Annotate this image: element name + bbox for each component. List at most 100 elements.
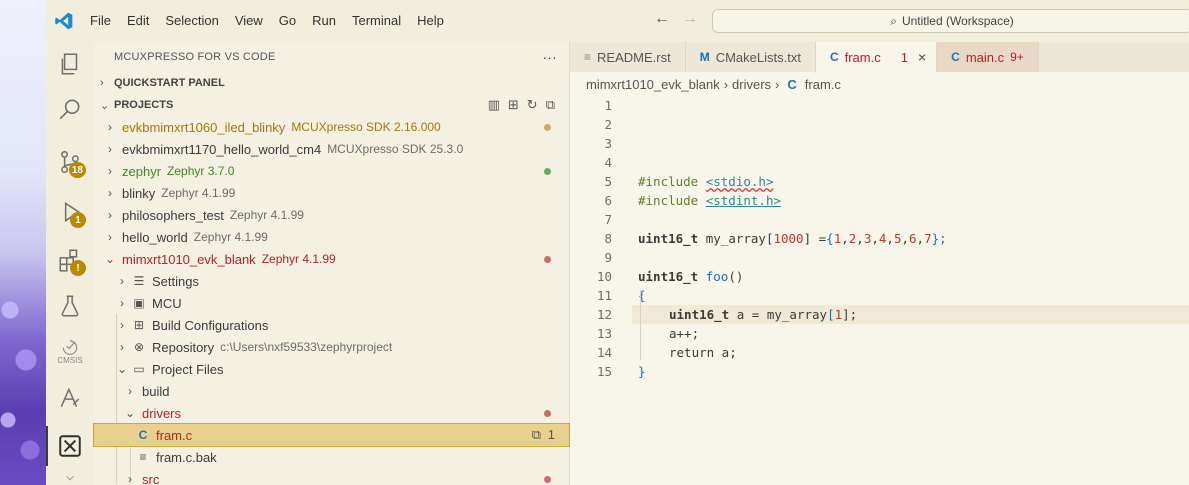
close-icon[interactable]: × xyxy=(918,49,926,65)
tree-item-label: drivers xyxy=(142,405,182,421)
tree-item-mcu[interactable]: › ▣ MCU xyxy=(94,292,569,314)
project-row-philosophers-test[interactable]: › philosophers_test Zephyr 4.1.99 xyxy=(94,204,569,226)
line-number: 15 xyxy=(596,364,612,379)
c-file-icon: C xyxy=(787,76,797,92)
back-arrow-icon[interactable]: ← xyxy=(654,10,670,28)
tree-item-settings[interactable]: › ☰ Settings xyxy=(94,270,569,292)
settings-sliders-icon: ☰ xyxy=(133,274,145,288)
source-control-badge: 18 xyxy=(68,162,86,178)
tab-cmakelists[interactable]: M CMakeLists.txt xyxy=(686,42,816,72)
project-row-blinky[interactable]: › blinky Zephyr 4.1.99 xyxy=(94,182,569,204)
number-token: 7 xyxy=(924,231,932,246)
identifier-token: a = my_array xyxy=(729,307,828,322)
tree-item-src-folder[interactable]: › src xyxy=(94,468,569,485)
side-bar: MCUXPRESSO FOR VS CODE ··· › QUICKSTART … xyxy=(93,42,570,485)
more-chevron-icon[interactable] xyxy=(46,470,94,485)
forward-arrow-icon[interactable]: → xyxy=(682,10,698,28)
line-number: 12 xyxy=(596,307,612,322)
cmsis-label: CMSIS xyxy=(57,355,83,365)
number-token: 1000 xyxy=(773,231,804,246)
tree-item-project-files[interactable]: ⌄ ▭ Project Files xyxy=(94,358,569,380)
project-row-evkbmimxrt1060[interactable]: › evkbmimxrt1060_iled_blinky MCUXpresso … xyxy=(94,116,569,138)
line-number: 13 xyxy=(596,326,612,341)
tree-item-repository[interactable]: › ⊗ Repository c:\Users\nxf59533\zephyrp… xyxy=(94,336,569,358)
projects-header[interactable]: ⌄ PROJECTS ▥ ⊞ ↻ ⧉ xyxy=(94,94,569,116)
testing-flask-icon[interactable] xyxy=(46,284,94,328)
cmake-file-icon: M xyxy=(699,50,710,64)
menu-help[interactable]: Help xyxy=(409,0,452,42)
search-icon[interactable] xyxy=(46,88,94,132)
menu-terminal[interactable]: Terminal xyxy=(344,0,409,42)
quickstart-panel-header[interactable]: › QUICKSTART PANEL xyxy=(94,72,569,94)
run-debug-icon[interactable]: 1 xyxy=(46,190,94,234)
line-number: 8 xyxy=(604,231,612,246)
project-sdk: Zephyr 4.1.99 xyxy=(261,252,336,266)
copy-icon[interactable]: ⧉ xyxy=(532,427,541,443)
tree-item-label: src xyxy=(142,471,160,485)
import-project-icon[interactable]: ⊞ xyxy=(508,97,519,113)
line-number: 3 xyxy=(604,136,612,151)
menu-file[interactable]: File xyxy=(82,0,119,42)
debug-badge: 1 xyxy=(70,212,86,228)
type-token: uint16_t xyxy=(638,269,699,284)
project-name: hello_world xyxy=(122,229,188,245)
code-line: 9 xyxy=(570,248,1189,267)
breadcrumb-folder[interactable]: drivers xyxy=(732,77,771,92)
menu-go[interactable]: Go xyxy=(271,0,304,42)
text-format-icon[interactable] xyxy=(46,376,94,420)
breadcrumb-separator-icon: › xyxy=(723,76,729,92)
text-file-icon: ≡ xyxy=(139,450,147,464)
code-line: 4 xyxy=(570,153,1189,172)
tab-label: main.c xyxy=(965,49,1005,65)
line-number: 11 xyxy=(596,288,612,303)
refresh-icon[interactable]: ↻ xyxy=(527,97,538,113)
breadcrumb-project[interactable]: mimxrt1010_evk_blank xyxy=(586,77,720,92)
tab-main-c[interactable]: C main.c 9+ xyxy=(937,42,1039,72)
cmsis-icon[interactable]: CMSIS xyxy=(46,328,94,372)
status-dot xyxy=(544,476,551,483)
chevron-down-icon: ⌄ xyxy=(124,406,136,420)
tab-fram-c[interactable]: C fram.c 1 × xyxy=(815,42,938,72)
editor-area: ≡ README.rst M CMakeLists.txt C fram.c 1… xyxy=(570,42,1189,485)
project-sdk: Zephyr 4.1.99 xyxy=(193,230,268,244)
tree-item-fram-c[interactable]: C fram.c ⧉ 1 xyxy=(93,423,570,447)
collapse-all-icon[interactable]: ⧉ xyxy=(546,97,555,113)
number-token: 1 xyxy=(833,231,842,246)
command-center[interactable]: ⌕ Untitled (Workspace) xyxy=(712,9,1189,33)
tree-item-build-folder[interactable]: › build xyxy=(94,380,569,402)
code-indent-guide xyxy=(640,290,641,360)
menu-edit[interactable]: Edit xyxy=(119,0,157,42)
bracket-token: [ xyxy=(827,307,835,322)
tab-readme[interactable]: ≡ README.rst xyxy=(570,42,686,72)
vscode-logo-icon xyxy=(46,0,82,42)
line-number: 1 xyxy=(604,98,612,113)
code-text: #include <stdint.h> xyxy=(638,193,781,208)
project-row-hello-world[interactable]: › hello_world Zephyr 4.1.99 xyxy=(94,226,569,248)
project-row-evkbmimxrt1170[interactable]: › evkbmimxrt1170_hello_world_cm4 MCUXpre… xyxy=(94,138,569,160)
tree-item-drivers-folder[interactable]: ⌄ drivers xyxy=(94,402,569,424)
tree-item-fram-c-bak[interactable]: ≡ fram.c.bak xyxy=(94,446,569,468)
tree-item-label: fram.c.bak xyxy=(156,449,217,465)
code-editor[interactable]: 1 2 3 4 5 #include <stdio.h> 6 #include … xyxy=(570,96,1189,381)
project-name: blinky xyxy=(122,185,156,201)
mcuxpresso-icon[interactable] xyxy=(46,424,94,468)
identifier-token: my_array[ xyxy=(698,231,774,246)
library-icon[interactable]: ▥ xyxy=(488,97,500,113)
status-dot xyxy=(544,410,551,417)
breadcrumb-file[interactable]: fram.c xyxy=(805,77,841,92)
code-line: 1 xyxy=(570,96,1189,115)
project-row-mimxrt1010[interactable]: ⌄ mimxrt1010_evk_blank Zephyr 4.1.99 xyxy=(94,248,569,270)
extensions-icon[interactable]: ! xyxy=(46,238,94,282)
menu-selection[interactable]: Selection xyxy=(157,0,226,42)
tree-item-label: Build Configurations xyxy=(152,317,269,333)
menu-run[interactable]: Run xyxy=(304,0,344,42)
code-text: return a; xyxy=(669,345,737,360)
explorer-icon[interactable] xyxy=(46,42,94,86)
menu-view[interactable]: View xyxy=(227,0,271,42)
project-sdk: Zephyr 4.1.99 xyxy=(229,208,304,222)
more-actions-icon[interactable]: ··· xyxy=(542,49,557,65)
project-row-zephyr[interactable]: › zephyr Zephyr 3.7.0 xyxy=(94,160,569,182)
tree-item-build-configurations[interactable]: › ⊞ Build Configurations xyxy=(94,314,569,336)
source-control-icon[interactable]: 18 xyxy=(46,140,94,184)
c-file-icon: C xyxy=(829,50,839,64)
